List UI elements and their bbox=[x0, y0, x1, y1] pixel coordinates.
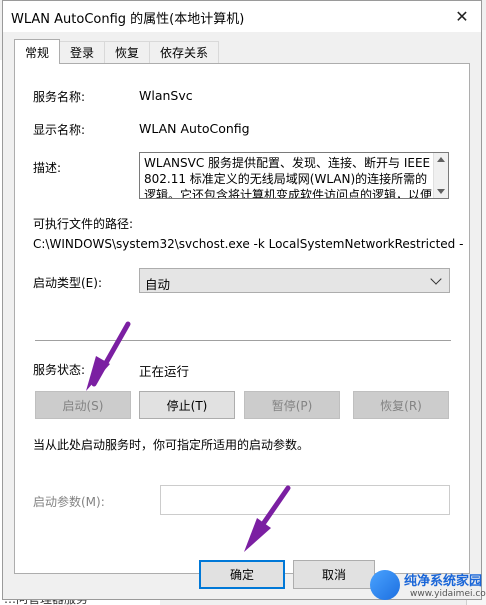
display-name-label: 显示名称: bbox=[33, 123, 86, 137]
title-bar: WLAN AutoConfig 的属性(本地计算机) ✕ bbox=[3, 1, 481, 32]
description-box[interactable]: WLANSVC 服务提供配置、发现、连接、断开与 IEEE 802.11 标准定… bbox=[139, 152, 449, 199]
service-status-label: 服务状态: bbox=[33, 363, 86, 377]
general-panel: 服务名称: WlanSvc 显示名称: WLAN AutoConfig 描述: … bbox=[14, 63, 470, 574]
tab-label: 常规 bbox=[24, 45, 49, 60]
tab-label: 恢复 bbox=[114, 46, 139, 60]
description-scrollbar[interactable] bbox=[433, 153, 448, 198]
service-name-value: WlanSvc bbox=[139, 88, 193, 103]
ok-button[interactable]: 确定 bbox=[199, 560, 285, 589]
cancel-button[interactable]: 取消 bbox=[293, 560, 375, 589]
description-text: WLANSVC 服务提供配置、发现、连接、断开与 IEEE 802.11 标准定… bbox=[144, 156, 433, 199]
startup-type-label: 启动类型(E): bbox=[33, 276, 102, 290]
tab-dependencies[interactable]: 依存关系 bbox=[149, 41, 219, 63]
start-params-label: 启动参数(M): bbox=[33, 495, 105, 509]
watermark-title: 纯净系统家园 bbox=[404, 574, 483, 589]
tab-general[interactable]: 常规 bbox=[14, 39, 60, 64]
start-params-input[interactable] bbox=[160, 485, 450, 515]
tab-recovery[interactable]: 恢复 bbox=[104, 41, 150, 63]
display-name-value: WLAN AutoConfig bbox=[139, 121, 250, 136]
scroll-down-icon[interactable] bbox=[437, 189, 445, 194]
scroll-up-icon[interactable] bbox=[437, 157, 445, 162]
exe-path-label: 可执行文件的路径: bbox=[33, 217, 134, 231]
properties-dialog: WLAN AutoConfig 的属性(本地计算机) ✕ 常规 登录 恢复 依存… bbox=[2, 0, 482, 600]
description-label: 描述: bbox=[33, 161, 62, 175]
service-status-value: 正在运行 bbox=[139, 364, 190, 379]
tab-label: 依存关系 bbox=[159, 46, 208, 60]
pause-button[interactable]: 暂停(P) bbox=[244, 391, 340, 419]
startup-type-value: 自动 bbox=[145, 277, 171, 292]
close-icon[interactable]: ✕ bbox=[443, 1, 481, 32]
watermark-icon bbox=[370, 570, 400, 600]
resume-button[interactable]: 恢复(R) bbox=[353, 391, 449, 419]
exe-path-value: C:\WINDOWS\system32\svchost.exe -k Local… bbox=[33, 237, 464, 251]
start-button[interactable]: 启动(S) bbox=[35, 391, 131, 419]
chevron-down-icon bbox=[430, 273, 442, 285]
watermark-url: www.yidaimei.com bbox=[410, 589, 486, 599]
dialog-title: WLAN AutoConfig 的属性(本地计算机) bbox=[11, 12, 245, 27]
section-divider bbox=[35, 340, 451, 341]
tab-label: 登录 bbox=[69, 46, 94, 60]
watermark-logo: 纯净系统家园 www.yidaimei.com bbox=[370, 568, 486, 604]
start-params-hint: 当从此处启动服务时，你可指定所适用的启动参数。 bbox=[33, 438, 310, 452]
service-name-label: 服务名称: bbox=[33, 90, 86, 104]
stop-button[interactable]: 停止(T) bbox=[139, 391, 235, 419]
tab-logon[interactable]: 登录 bbox=[59, 41, 105, 63]
startup-type-select[interactable]: 自动 bbox=[139, 268, 450, 293]
